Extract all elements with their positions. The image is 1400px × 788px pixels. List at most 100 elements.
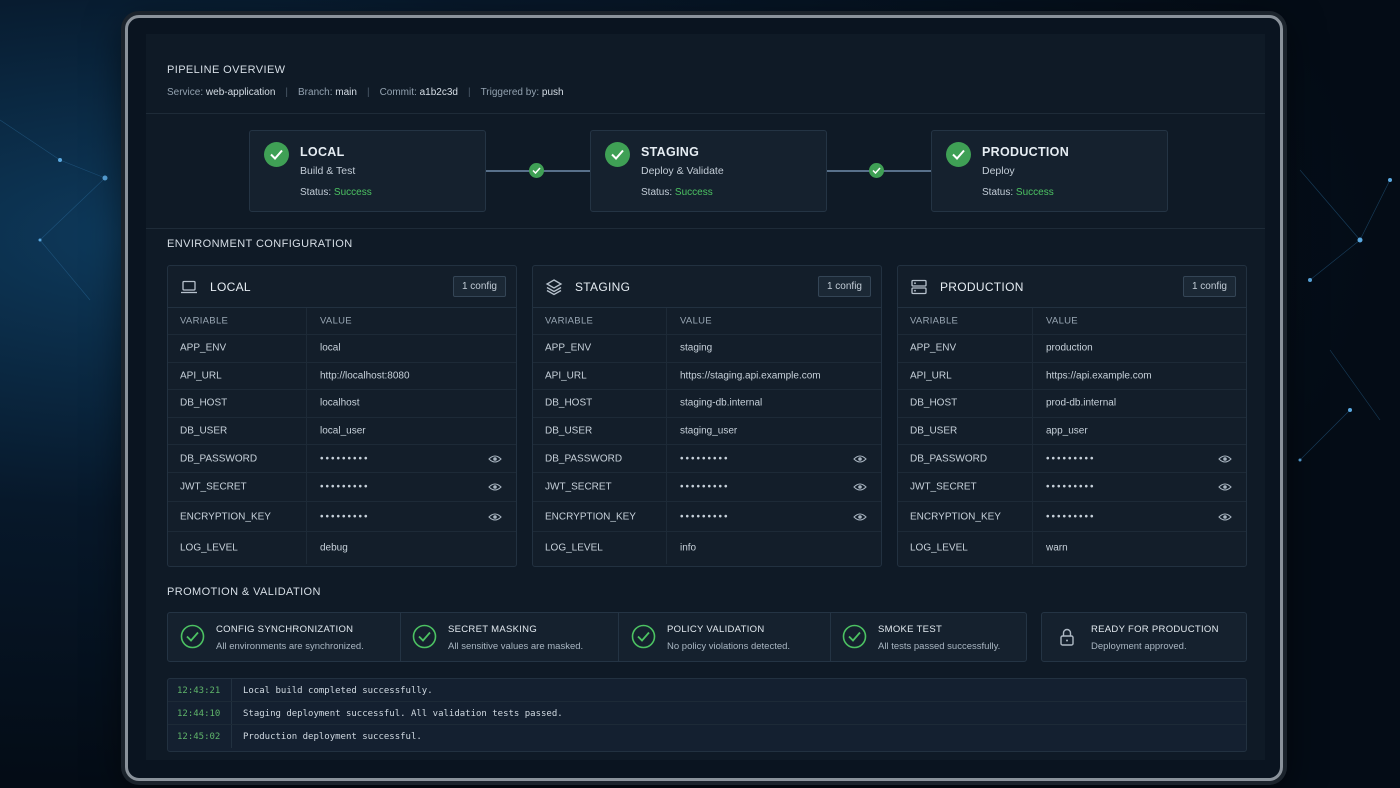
eye-icon[interactable]: [853, 512, 867, 522]
log-row: 12:44:10 Staging deployment successful. …: [168, 702, 1246, 725]
table-row: DB_PASSWORD •••••••••: [168, 445, 516, 473]
eye-icon[interactable]: [853, 482, 867, 492]
stage-subtitle: Deploy & Validate: [641, 165, 724, 177]
check-circle-icon: [412, 624, 437, 649]
ready-subtitle: Deployment approved.: [1091, 641, 1187, 652]
stage-title: PRODUCTION: [982, 145, 1070, 159]
config-count-badge[interactable]: 1 config: [1182, 276, 1236, 297]
check-policy-validation[interactable]: POLICY VALIDATION No policy violations d…: [619, 613, 830, 661]
variable-name: LOG_LEVEL: [910, 542, 968, 554]
variable-name: DB_HOST: [545, 397, 593, 409]
variable-name: LOG_LEVEL: [545, 542, 603, 554]
monitor-frame: PIPELINE OVERVIEW Service: web-applicati…: [125, 15, 1283, 781]
variable-name: DB_HOST: [910, 397, 958, 409]
stage-title: LOCAL: [300, 145, 345, 159]
env-panel-header: PRODUCTION 1 config: [898, 266, 1246, 308]
stage-card-production[interactable]: PRODUCTION Deploy Status: Success: [931, 130, 1168, 212]
status-value: Success: [674, 187, 713, 198]
separator: [1032, 362, 1033, 389]
table-row: DB_PASSWORD •••••••••: [898, 445, 1246, 473]
table-row: DB_USER app_user: [898, 417, 1246, 445]
variable-name: API_URL: [910, 370, 952, 382]
separator: [666, 362, 667, 389]
eye-icon[interactable]: [488, 454, 502, 464]
stage-status: Status: Success: [641, 187, 713, 198]
meta-separator: |: [285, 87, 289, 98]
env-panel-staging: STAGING 1 config VARIABLE VALUE APP_ENV stagi…: [532, 265, 882, 567]
eye-icon[interactable]: [488, 512, 502, 522]
log-message: Local build completed successfully.: [243, 686, 433, 696]
variable-value: https://staging.api.example.com: [680, 370, 821, 382]
config-count-badge[interactable]: 1 config: [452, 276, 506, 297]
separator: [666, 390, 667, 417]
eye-icon[interactable]: [488, 482, 502, 492]
env-name: PRODUCTION: [940, 280, 1024, 294]
service-value: web-application: [205, 87, 276, 98]
masked-value: •••••••••: [680, 511, 730, 522]
table-row: APP_ENV production: [898, 335, 1246, 363]
service-label: Service:: [167, 87, 204, 98]
ready-for-production-card[interactable]: READY FOR PRODUCTION Deployment approved…: [1041, 612, 1247, 662]
check-secret-masking[interactable]: SECRET MASKING All sensitive values are …: [400, 613, 618, 661]
stage-card-staging[interactable]: STAGING Deploy & Validate Status: Succes…: [590, 130, 827, 212]
check-subtitle: All environments are synchronized.: [216, 641, 364, 652]
check-subtitle: All sensitive values are masked.: [448, 641, 584, 652]
commit-value: a1b2c3d: [419, 87, 458, 98]
separator: [306, 532, 307, 564]
masked-value: •••••••••: [320, 511, 370, 522]
status-value: Success: [333, 187, 372, 198]
variable-name: DB_USER: [545, 425, 593, 437]
check-circle-icon: [631, 624, 656, 649]
config-count-badge[interactable]: 1 config: [817, 276, 871, 297]
variable-value: staging_user: [680, 425, 738, 437]
branch-label: Branch:: [298, 87, 333, 98]
status-value: Success: [1015, 187, 1054, 198]
separator: [666, 417, 667, 444]
table-row: JWT_SECRET •••••••••: [898, 473, 1246, 502]
variable-name: DB_PASSWORD: [180, 453, 258, 464]
variable-name: APP_ENV: [545, 342, 592, 354]
pipeline-meta: Service: web-application | Branch: main | Co…: [167, 87, 564, 98]
column-header-value: VALUE: [1046, 315, 1078, 327]
table-row: APP_ENV local: [168, 335, 516, 363]
check-subtitle: No policy violations detected.: [667, 641, 791, 652]
table-row: ENCRYPTION_KEY •••••••••: [168, 502, 516, 532]
log-time: 12:45:02: [177, 732, 221, 742]
server-icon: [910, 278, 928, 296]
lock-icon: [1060, 628, 1074, 646]
masked-value: •••••••••: [1046, 511, 1096, 522]
meta-separator: |: [366, 87, 370, 98]
eye-icon[interactable]: [1218, 482, 1232, 492]
variable-value: local: [320, 342, 341, 354]
separator: [666, 445, 667, 472]
trigger-label: Triggered by:: [480, 87, 540, 98]
stage-card-local[interactable]: LOCAL Build & Test Status: Success: [249, 130, 486, 212]
separator: [306, 362, 307, 389]
variable-value: https://api.example.com: [1046, 370, 1152, 382]
env-name: STAGING: [575, 280, 631, 294]
variable-value: staging-db.internal: [680, 397, 763, 409]
variable-value: staging: [680, 342, 713, 354]
variable-name: APP_ENV: [910, 342, 957, 354]
env-variable-table: VARIABLE VALUE APP_ENV staging API_URL https:…: [533, 308, 881, 564]
log-time: 12:43:21: [177, 686, 221, 696]
check-subtitle: All tests passed successfully.: [878, 641, 1001, 652]
eye-icon[interactable]: [1218, 454, 1232, 464]
separator: [1032, 502, 1033, 531]
check-title: POLICY VALIDATION: [667, 624, 765, 635]
check-smoke-test[interactable]: SMOKE TEST All tests passed successfully…: [830, 613, 1026, 661]
check-circle-icon: [842, 624, 867, 649]
eye-icon[interactable]: [1218, 512, 1232, 522]
stage-title: STAGING: [641, 145, 700, 159]
log-message: Production deployment successful.: [243, 732, 422, 742]
check-title: SMOKE TEST: [878, 624, 943, 635]
masked-value: •••••••••: [320, 453, 370, 464]
eye-icon[interactable]: [853, 454, 867, 464]
variable-name: LOG_LEVEL: [180, 542, 238, 554]
check-config-sync[interactable]: CONFIG SYNCHRONIZATION All environments …: [168, 613, 400, 661]
table-row: JWT_SECRET •••••••••: [533, 473, 881, 502]
separator: [306, 502, 307, 531]
commit-label: Commit:: [379, 87, 417, 98]
table-row: JWT_SECRET •••••••••: [168, 473, 516, 502]
separator: [1032, 335, 1033, 362]
